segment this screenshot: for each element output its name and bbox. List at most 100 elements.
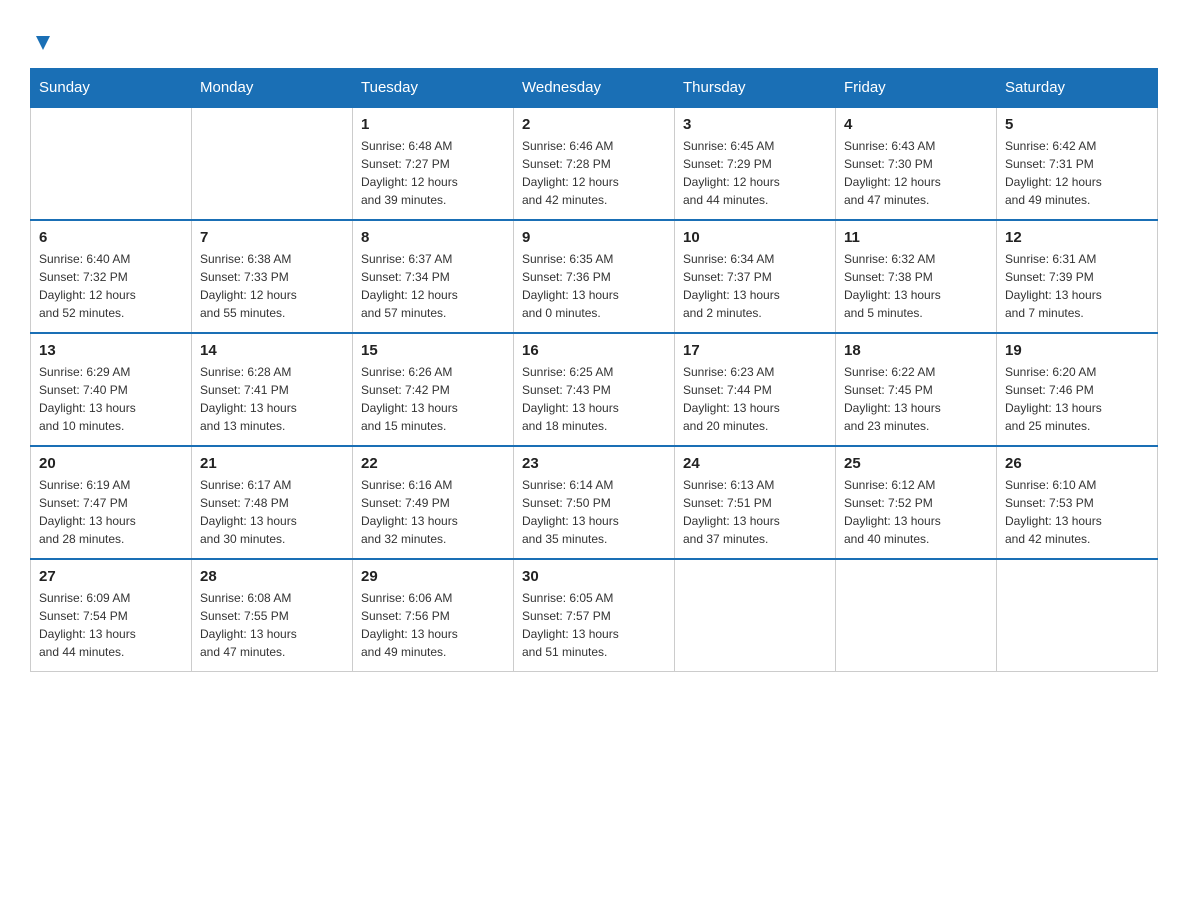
- day-info: Sunrise: 6:40 AM Sunset: 7:32 PM Dayligh…: [39, 250, 183, 322]
- calendar-cell: 14 Sunrise: 6:28 AM Sunset: 7:41 PM Dayli…: [192, 333, 353, 446]
- day-number: 25: [844, 455, 988, 472]
- logo: [30, 30, 54, 48]
- day-number: 21: [200, 455, 344, 472]
- calendar-cell: 30 Sunrise: 6:05 AM Sunset: 7:57 PM Dayli…: [514, 559, 675, 672]
- day-number: 29: [361, 568, 505, 585]
- calendar-cell: [997, 559, 1158, 672]
- day-number: 3: [683, 116, 827, 133]
- day-info: Sunrise: 6:13 AM Sunset: 7:51 PM Dayligh…: [683, 476, 827, 548]
- calendar-cell: [192, 107, 353, 220]
- day-info: Sunrise: 6:48 AM Sunset: 7:27 PM Dayligh…: [361, 137, 505, 209]
- calendar-header: SundayMondayTuesdayWednesdayThursdayFrid…: [31, 69, 1158, 108]
- day-info: Sunrise: 6:08 AM Sunset: 7:55 PM Dayligh…: [200, 589, 344, 661]
- calendar-cell: 17 Sunrise: 6:23 AM Sunset: 7:44 PM Dayli…: [675, 333, 836, 446]
- day-info: Sunrise: 6:42 AM Sunset: 7:31 PM Dayligh…: [1005, 137, 1149, 209]
- day-info: Sunrise: 6:09 AM Sunset: 7:54 PM Dayligh…: [39, 589, 183, 661]
- calendar-cell: 24 Sunrise: 6:13 AM Sunset: 7:51 PM Dayli…: [675, 446, 836, 559]
- calendar-cell: 22Sunrise: 6:16 AM Sunset: 7:49 PM Dayli…: [353, 446, 514, 559]
- day-number: 1: [361, 116, 505, 133]
- header-sunday: Sunday: [31, 69, 192, 108]
- day-info: Sunrise: 6:35 AM Sunset: 7:36 PM Dayligh…: [522, 250, 666, 322]
- day-info: Sunrise: 6:46 AM Sunset: 7:28 PM Dayligh…: [522, 137, 666, 209]
- page-header: [30, 30, 1158, 48]
- calendar-cell: 20 Sunrise: 6:19 AM Sunset: 7:47 PM Dayli…: [31, 446, 192, 559]
- day-number: 16: [522, 342, 666, 359]
- day-info: Sunrise: 6:28 AM Sunset: 7:41 PM Dayligh…: [200, 363, 344, 435]
- day-info: Sunrise: 6:34 AM Sunset: 7:37 PM Dayligh…: [683, 250, 827, 322]
- day-number: 30: [522, 568, 666, 585]
- calendar-cell: 1 Sunrise: 6:48 AM Sunset: 7:27 PM Daylig…: [353, 107, 514, 220]
- calendar-cell: 2 Sunrise: 6:46 AM Sunset: 7:28 PM Daylig…: [514, 107, 675, 220]
- calendar-cell: 16 Sunrise: 6:25 AM Sunset: 7:43 PM Dayli…: [514, 333, 675, 446]
- day-number: 14: [200, 342, 344, 359]
- calendar-body: 1 Sunrise: 6:48 AM Sunset: 7:27 PM Daylig…: [31, 107, 1158, 672]
- calendar-cell: 23 Sunrise: 6:14 AM Sunset: 7:50 PM Dayli…: [514, 446, 675, 559]
- calendar-week-row: 1 Sunrise: 6:48 AM Sunset: 7:27 PM Daylig…: [31, 107, 1158, 220]
- calendar-cell: 21 Sunrise: 6:17 AM Sunset: 7:48 PM Dayli…: [192, 446, 353, 559]
- day-number: 28: [200, 568, 344, 585]
- calendar-cell: 6 Sunrise: 6:40 AM Sunset: 7:32 PM Daylig…: [31, 220, 192, 333]
- logo-triangle-icon: [32, 32, 54, 54]
- calendar-week-row: 20 Sunrise: 6:19 AM Sunset: 7:47 PM Dayli…: [31, 446, 1158, 559]
- day-number: 17: [683, 342, 827, 359]
- day-info: Sunrise: 6:17 AM Sunset: 7:48 PM Dayligh…: [200, 476, 344, 548]
- day-info: Sunrise: 6:06 AM Sunset: 7:56 PM Dayligh…: [361, 589, 505, 661]
- calendar-cell: 10Sunrise: 6:34 AM Sunset: 7:37 PM Dayli…: [675, 220, 836, 333]
- day-info: Sunrise: 6:12 AM Sunset: 7:52 PM Dayligh…: [844, 476, 988, 548]
- day-number: 23: [522, 455, 666, 472]
- day-info: Sunrise: 6:16 AM Sunset: 7:49 PM Dayligh…: [361, 476, 505, 548]
- calendar-cell: 12Sunrise: 6:31 AM Sunset: 7:39 PM Dayli…: [997, 220, 1158, 333]
- day-number: 5: [1005, 116, 1149, 133]
- day-number: 7: [200, 229, 344, 246]
- calendar-table: SundayMondayTuesdayWednesdayThursdayFrid…: [30, 68, 1158, 672]
- day-info: Sunrise: 6:37 AM Sunset: 7:34 PM Dayligh…: [361, 250, 505, 322]
- day-number: 20: [39, 455, 183, 472]
- calendar-cell: 13 Sunrise: 6:29 AM Sunset: 7:40 PM Dayli…: [31, 333, 192, 446]
- calendar-week-row: 27 Sunrise: 6:09 AM Sunset: 7:54 PM Dayli…: [31, 559, 1158, 672]
- header-saturday: Saturday: [997, 69, 1158, 108]
- calendar-cell: 28 Sunrise: 6:08 AM Sunset: 7:55 PM Dayli…: [192, 559, 353, 672]
- day-number: 24: [683, 455, 827, 472]
- day-number: 19: [1005, 342, 1149, 359]
- calendar-week-row: 6 Sunrise: 6:40 AM Sunset: 7:32 PM Daylig…: [31, 220, 1158, 333]
- calendar-cell: 15 Sunrise: 6:26 AM Sunset: 7:42 PM Dayli…: [353, 333, 514, 446]
- day-info: Sunrise: 6:19 AM Sunset: 7:47 PM Dayligh…: [39, 476, 183, 548]
- calendar-cell: 25 Sunrise: 6:12 AM Sunset: 7:52 PM Dayli…: [836, 446, 997, 559]
- day-info: Sunrise: 6:45 AM Sunset: 7:29 PM Dayligh…: [683, 137, 827, 209]
- calendar-cell: [836, 559, 997, 672]
- calendar-cell: 4Sunrise: 6:43 AM Sunset: 7:30 PM Daylig…: [836, 107, 997, 220]
- calendar-cell: 8 Sunrise: 6:37 AM Sunset: 7:34 PM Daylig…: [353, 220, 514, 333]
- calendar-cell: 9 Sunrise: 6:35 AM Sunset: 7:36 PM Daylig…: [514, 220, 675, 333]
- day-number: 2: [522, 116, 666, 133]
- day-info: Sunrise: 6:20 AM Sunset: 7:46 PM Dayligh…: [1005, 363, 1149, 435]
- day-number: 15: [361, 342, 505, 359]
- header-thursday: Thursday: [675, 69, 836, 108]
- day-number: 18: [844, 342, 988, 359]
- header-friday: Friday: [836, 69, 997, 108]
- header-row: SundayMondayTuesdayWednesdayThursdayFrid…: [31, 69, 1158, 108]
- day-info: Sunrise: 6:31 AM Sunset: 7:39 PM Dayligh…: [1005, 250, 1149, 322]
- day-info: Sunrise: 6:38 AM Sunset: 7:33 PM Dayligh…: [200, 250, 344, 322]
- day-info: Sunrise: 6:26 AM Sunset: 7:42 PM Dayligh…: [361, 363, 505, 435]
- day-info: Sunrise: 6:05 AM Sunset: 7:57 PM Dayligh…: [522, 589, 666, 661]
- day-number: 9: [522, 229, 666, 246]
- calendar-cell: [675, 559, 836, 672]
- day-info: Sunrise: 6:10 AM Sunset: 7:53 PM Dayligh…: [1005, 476, 1149, 548]
- day-info: Sunrise: 6:29 AM Sunset: 7:40 PM Dayligh…: [39, 363, 183, 435]
- day-number: 13: [39, 342, 183, 359]
- day-number: 26: [1005, 455, 1149, 472]
- day-info: Sunrise: 6:25 AM Sunset: 7:43 PM Dayligh…: [522, 363, 666, 435]
- calendar-cell: 5 Sunrise: 6:42 AM Sunset: 7:31 PM Daylig…: [997, 107, 1158, 220]
- day-number: 6: [39, 229, 183, 246]
- day-number: 8: [361, 229, 505, 246]
- calendar-cell: 27 Sunrise: 6:09 AM Sunset: 7:54 PM Dayli…: [31, 559, 192, 672]
- header-wednesday: Wednesday: [514, 69, 675, 108]
- calendar-cell: 29 Sunrise: 6:06 AM Sunset: 7:56 PM Dayli…: [353, 559, 514, 672]
- day-info: Sunrise: 6:23 AM Sunset: 7:44 PM Dayligh…: [683, 363, 827, 435]
- calendar-cell: 11Sunrise: 6:32 AM Sunset: 7:38 PM Dayli…: [836, 220, 997, 333]
- day-info: Sunrise: 6:14 AM Sunset: 7:50 PM Dayligh…: [522, 476, 666, 548]
- day-info: Sunrise: 6:22 AM Sunset: 7:45 PM Dayligh…: [844, 363, 988, 435]
- day-number: 27: [39, 568, 183, 585]
- header-tuesday: Tuesday: [353, 69, 514, 108]
- calendar-cell: 7 Sunrise: 6:38 AM Sunset: 7:33 PM Daylig…: [192, 220, 353, 333]
